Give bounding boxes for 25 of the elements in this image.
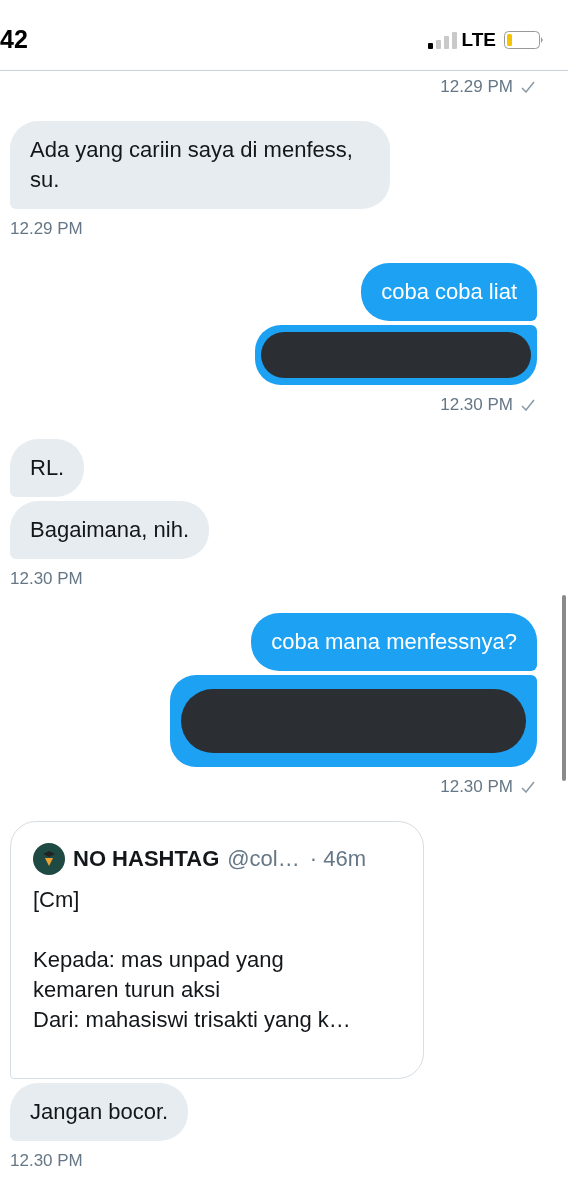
tweet-text: Kepada: mas unpad yang kemaren turun aksi	[33, 946, 285, 1004]
quoted-tweet-card[interactable]: NO HASHTAG @col… · 46m [Cm] Kepada: mas unpad yang kemaren turun aksi Dari: mahasiswi trisakti yang k…	[10, 821, 424, 1079]
message-bubble: coba mana menfessnya?	[251, 613, 537, 671]
timestamp: 12.30 PM	[10, 1151, 83, 1171]
timestamp: 12.29 PM	[440, 77, 513, 97]
timestamp: 12.30 PM	[440, 395, 513, 415]
avatar-icon	[33, 842, 65, 875]
signal-icon	[427, 31, 458, 49]
author-handle: @col…	[227, 845, 300, 873]
message-bubble: RL.	[10, 439, 85, 497]
tweet-age: · 46m	[309, 845, 366, 873]
message-bubble: Jangan bocor.	[10, 1083, 189, 1141]
battery-icon	[504, 30, 544, 50]
timestamp: 12.30 PM	[10, 569, 83, 589]
timestamp: 12.29 PM	[10, 219, 83, 239]
author-name: NO HASHTAG	[73, 845, 220, 873]
network-label: LTE	[461, 27, 496, 52]
tweet-text: Dari: mahasiswi trisakti yang k…	[33, 1006, 352, 1034]
timestamp: 12.30 PM	[440, 777, 513, 797]
message-bubble: Ada yang cariin saya di menfess, su.	[10, 121, 390, 209]
scrollbar[interactable]	[562, 595, 566, 781]
status-time: 42	[0, 24, 28, 56]
message-bubble: coba coba liat	[361, 263, 537, 321]
message-bubble: Bagaimana, nih.	[10, 501, 209, 559]
tweet-text: [Cm]	[33, 886, 81, 914]
